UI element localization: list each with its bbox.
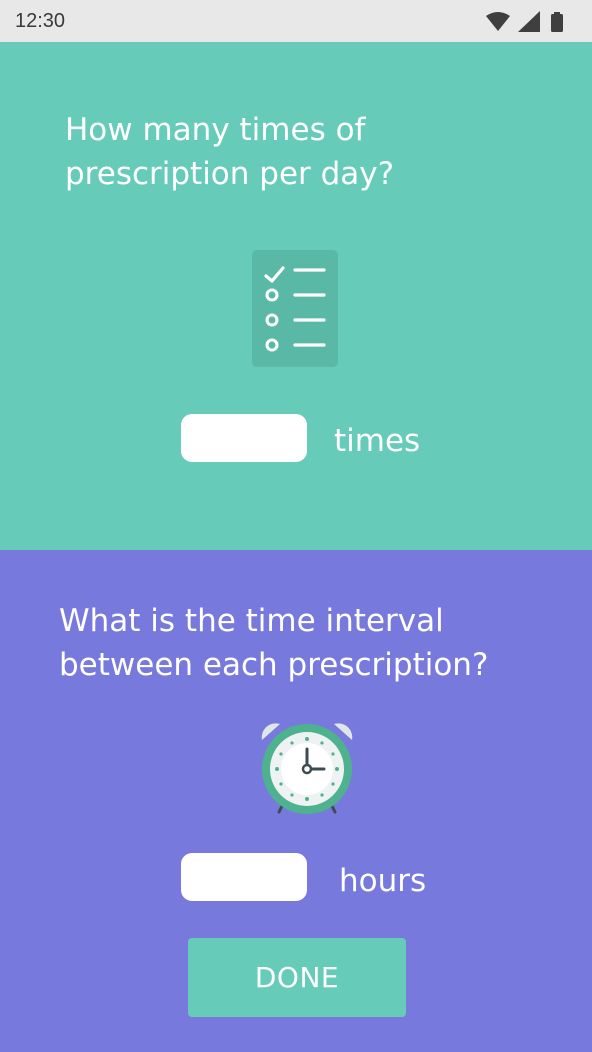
interval-question: What is the time interval between each p… <box>59 603 489 683</box>
hours-interval-input[interactable] <box>181 853 307 901</box>
status-time: 12:30 <box>15 10 66 32</box>
checklist-icon <box>252 250 338 367</box>
done-button[interactable]: DONE <box>188 938 406 1017</box>
times-per-day-input[interactable] <box>181 414 307 462</box>
frequency-section: How many times of prescription per day? … <box>0 42 592 550</box>
hours-unit-label: hours <box>339 863 427 899</box>
status-bar: 12:30 <box>0 0 592 42</box>
battery-icon <box>551 12 563 32</box>
times-unit-label: times <box>334 423 421 459</box>
alarm-clock-icon <box>261 723 353 814</box>
wifi-icon <box>486 12 510 31</box>
frequency-question: How many times of prescription per day? <box>65 112 395 192</box>
cellular-signal-icon <box>518 11 540 32</box>
status-icons <box>484 10 580 34</box>
interval-section: What is the time interval between each p… <box>0 550 592 1052</box>
